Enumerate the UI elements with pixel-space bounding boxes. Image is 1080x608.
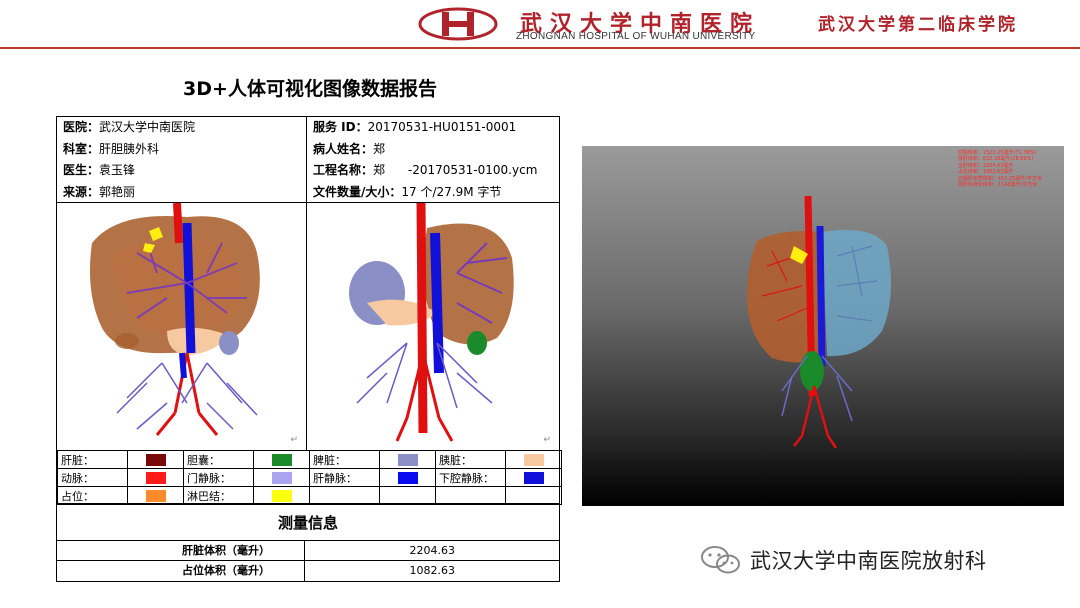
legend-swatch-gallbladder bbox=[271, 453, 292, 466]
info-column-right: 服务 ID：20170531-HU0151-0001 病人姓名：郑 工程名称：郑… bbox=[307, 117, 559, 203]
measurement-value: 1082.63 bbox=[409, 564, 456, 577]
legend-row: 占位： 淋巴结： bbox=[57, 486, 562, 505]
legend-label: 胰脏： bbox=[435, 450, 506, 469]
header-divider bbox=[0, 47, 1080, 49]
measurement-row-lesion-volume: 占位体积（毫升） 1082.63 bbox=[57, 561, 559, 581]
paragraph-mark-icon: ↵ bbox=[543, 435, 551, 445]
render-front-view: ↵ bbox=[57, 202, 307, 451]
legend-swatch-liver bbox=[145, 453, 166, 466]
legend-swatch-spleen bbox=[397, 453, 418, 466]
legend-swatch-lesion bbox=[145, 489, 166, 502]
wechat-source-footer: 武汉大学中南医院放射科 bbox=[700, 540, 987, 580]
hospital-logo-icon bbox=[418, 7, 498, 41]
report-title: 3D+人体可视化图像数据报告 bbox=[183, 78, 437, 100]
info-column-left: 医院：武汉大学中南医院 科室：肝胆胰外科 医生：袁玉锋 来源：郭艳丽 bbox=[57, 117, 307, 203]
legend-label: 淋巴结： bbox=[183, 486, 254, 505]
legend-label: 下腔静脉： bbox=[435, 468, 506, 487]
render-back-view: ↵ bbox=[307, 202, 559, 451]
legend-label-empty bbox=[309, 486, 380, 505]
3d-liver-viewer[interactable]: 切除体积：1522.25毫升(71.38%) 残肝体积：632.38毫升(28.… bbox=[582, 146, 1064, 506]
legend-label: 脾脏： bbox=[309, 450, 380, 469]
measurement-row-liver-volume: 肝脏体积（毫升） 2204.63 bbox=[57, 541, 559, 561]
legend-label: 肝静脉： bbox=[309, 468, 380, 487]
legend-label-empty bbox=[435, 486, 506, 505]
legend-swatch-hepatic-vein bbox=[397, 471, 418, 484]
legend-swatch-artery bbox=[145, 471, 166, 484]
hospital-header: 武汉大学中南医院 ZHONGNAN HOSPITAL OF WUHAN UNIV… bbox=[0, 0, 1080, 50]
legend-swatch-ivc bbox=[523, 471, 544, 484]
measurement-table: 测量信息 肝脏体积（毫升） 2204.63 占位体积（毫升） 1082.63 bbox=[56, 504, 560, 582]
legend-swatch-pancreas bbox=[523, 453, 544, 466]
legend-swatch-empty bbox=[505, 486, 562, 505]
info-row-doctor: 医生：袁玉锋 bbox=[63, 163, 136, 177]
color-legend-table: 肝脏： 胆囊： 脾脏： 胰脏： 动脉： 门静脉： 肝静脉： 下腔静脉： 占位： … bbox=[56, 450, 562, 505]
hospital-name-en: ZHONGNAN HOSPITAL OF WUHAN UNIVERSITY bbox=[516, 31, 756, 42]
legend-label: 肝脏： bbox=[57, 450, 128, 469]
measurement-title: 测量信息 bbox=[57, 505, 559, 541]
info-row-patient-name: 病人姓名：郑 bbox=[313, 141, 386, 156]
legend-swatch-lymph-node bbox=[271, 489, 292, 502]
liver-front-render bbox=[89, 202, 260, 436]
wechat-account-name: 武汉大学中南医院放射科 bbox=[750, 549, 987, 573]
info-row-hospital: 医院：武汉大学中南医院 bbox=[63, 120, 196, 134]
legend-label: 占位： bbox=[57, 486, 128, 505]
measurement-value: 2204.63 bbox=[409, 544, 456, 557]
info-row-service-id: 服务 ID：20170531-HU0151-0001 bbox=[313, 120, 517, 134]
hospital-college-name: 武汉大学第二临床学院 bbox=[818, 15, 1018, 35]
measurement-label: 肝脏体积（毫升） bbox=[57, 541, 305, 560]
report-info-grid: 医院：武汉大学中南医院 科室：肝胆胰外科 医生：袁玉锋 来源：郭艳丽 服务 ID… bbox=[57, 117, 559, 203]
legend-row: 动脉： 门静脉： 肝静脉： 下腔静脉： bbox=[57, 468, 562, 487]
info-row-source: 来源：郭艳丽 bbox=[63, 184, 136, 199]
liver-3d-model bbox=[747, 195, 891, 449]
render-panels: ↵ ↵ bbox=[57, 202, 559, 451]
report-table: 医院：武汉大学中南医院 科室：肝胆胰外科 医生：袁玉锋 来源：郭艳丽 服务 ID… bbox=[56, 116, 560, 451]
liver-back-render bbox=[349, 202, 514, 442]
legend-label: 动脉： bbox=[57, 468, 128, 487]
measurement-label: 占位体积（毫升） bbox=[57, 561, 305, 581]
legend-swatch-empty bbox=[379, 486, 436, 505]
info-row-file-count: 文件数量/大小：17 个/27.9M 字节 bbox=[313, 184, 502, 199]
legend-swatch-portal-vein bbox=[271, 471, 292, 484]
legend-label: 胆囊： bbox=[183, 450, 254, 469]
info-row-department: 科室：肝胆胰外科 bbox=[63, 141, 160, 156]
info-row-project-name: 工程名称：郑 -20170531-0100.ycm bbox=[313, 163, 538, 177]
legend-label: 门静脉： bbox=[183, 468, 254, 487]
paragraph-mark-icon: ↵ bbox=[290, 435, 298, 445]
legend-row: 肝脏： 胆囊： 脾脏： 胰脏： bbox=[57, 450, 562, 469]
wechat-icon bbox=[701, 546, 740, 574]
